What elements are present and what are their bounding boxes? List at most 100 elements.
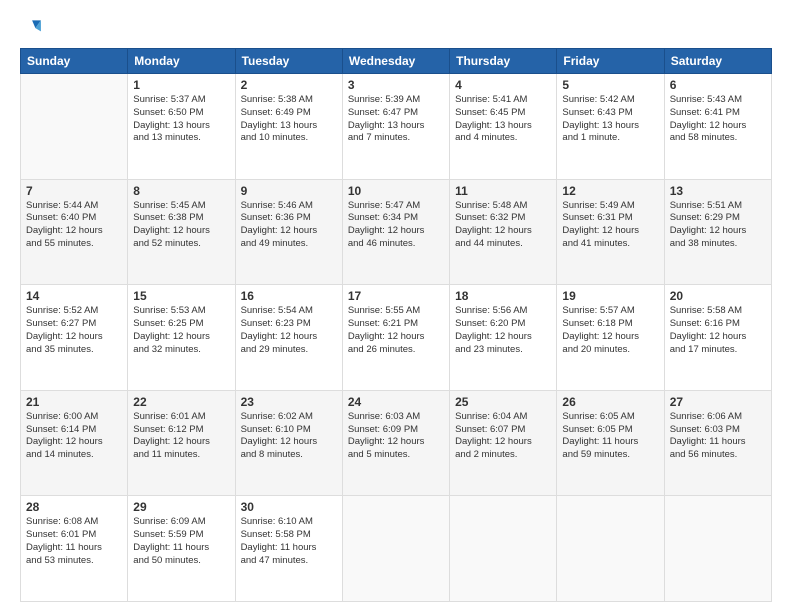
day-number: 4	[455, 78, 551, 92]
day-info: Sunrise: 6:03 AM Sunset: 6:09 PM Dayligh…	[348, 411, 444, 462]
calendar-cell: 20 Sunrise: 5:58 AM Sunset: 6:16 PM Dayli…	[664, 285, 771, 391]
calendar-cell	[21, 74, 128, 180]
week-row-1: 1 Sunrise: 5:37 AM Sunset: 6:50 PM Daylig…	[21, 74, 772, 180]
calendar-cell: 8Sunrise: 5:45 AM Sunset: 6:38 PM Daylig…	[128, 179, 235, 285]
day-number: 19	[562, 289, 658, 303]
calendar-cell: 10 Sunrise: 5:47 AM Sunset: 6:34 PM Dayli…	[342, 179, 449, 285]
day-info: Sunrise: 5:51 AM Sunset: 6:29 PM Dayligh…	[670, 200, 766, 251]
calendar-cell: 5Sunrise: 5:42 AM Sunset: 6:43 PM Daylig…	[557, 74, 664, 180]
calendar-cell: 26Sunrise: 6:05 AM Sunset: 6:05 PM Dayli…	[557, 390, 664, 496]
calendar-cell: 19 Sunrise: 5:57 AM Sunset: 6:18 PM Dayli…	[557, 285, 664, 391]
calendar-cell: 9Sunrise: 5:46 AM Sunset: 6:36 PM Daylig…	[235, 179, 342, 285]
calendar-cell: 21 Sunrise: 6:00 AM Sunset: 6:14 PM Dayli…	[21, 390, 128, 496]
day-info: Sunrise: 5:53 AM Sunset: 6:25 PM Dayligh…	[133, 305, 229, 356]
day-info: Sunrise: 6:04 AM Sunset: 6:07 PM Dayligh…	[455, 411, 551, 462]
weekday-header-thursday: Thursday	[450, 49, 557, 74]
day-number: 2	[241, 78, 337, 92]
day-number: 10	[348, 184, 444, 198]
day-info: Sunrise: 5:37 AM Sunset: 6:50 PM Dayligh…	[133, 94, 229, 145]
day-info: Sunrise: 5:47 AM Sunset: 6:34 PM Dayligh…	[348, 200, 444, 251]
logo	[20, 16, 44, 38]
day-number: 13	[670, 184, 766, 198]
day-info: Sunrise: 6:02 AM Sunset: 6:10 PM Dayligh…	[241, 411, 337, 462]
day-number: 12	[562, 184, 658, 198]
day-info: Sunrise: 5:52 AM Sunset: 6:27 PM Dayligh…	[26, 305, 122, 356]
day-number: 17	[348, 289, 444, 303]
calendar-cell: 2 Sunrise: 5:38 AM Sunset: 6:49 PM Daylig…	[235, 74, 342, 180]
day-info: Sunrise: 5:57 AM Sunset: 6:18 PM Dayligh…	[562, 305, 658, 356]
day-number: 30	[241, 500, 337, 514]
day-number: 22	[133, 395, 229, 409]
day-number: 20	[670, 289, 766, 303]
day-info: Sunrise: 5:39 AM Sunset: 6:47 PM Dayligh…	[348, 94, 444, 145]
calendar-cell: 18 Sunrise: 5:56 AM Sunset: 6:20 PM Dayli…	[450, 285, 557, 391]
day-info: Sunrise: 6:06 AM Sunset: 6:03 PM Dayligh…	[670, 411, 766, 462]
day-info: Sunrise: 5:58 AM Sunset: 6:16 PM Dayligh…	[670, 305, 766, 356]
day-number: 27	[670, 395, 766, 409]
day-number: 29	[133, 500, 229, 514]
calendar-cell: 25 Sunrise: 6:04 AM Sunset: 6:07 PM Dayli…	[450, 390, 557, 496]
day-info: Sunrise: 5:38 AM Sunset: 6:49 PM Dayligh…	[241, 94, 337, 145]
calendar-table: SundayMondayTuesdayWednesdayThursdayFrid…	[20, 48, 772, 602]
day-number: 21	[26, 395, 122, 409]
day-info: Sunrise: 5:44 AM Sunset: 6:40 PM Dayligh…	[26, 200, 122, 251]
calendar-cell: 29 Sunrise: 6:09 AM Sunset: 5:59 PM Dayli…	[128, 496, 235, 602]
day-number: 16	[241, 289, 337, 303]
day-info: Sunrise: 6:08 AM Sunset: 6:01 PM Dayligh…	[26, 516, 122, 567]
week-row-4: 21 Sunrise: 6:00 AM Sunset: 6:14 PM Dayli…	[21, 390, 772, 496]
day-number: 25	[455, 395, 551, 409]
day-number: 1	[133, 78, 229, 92]
day-number: 14	[26, 289, 122, 303]
day-info: Sunrise: 5:54 AM Sunset: 6:23 PM Dayligh…	[241, 305, 337, 356]
calendar-cell: 22 Sunrise: 6:01 AM Sunset: 6:12 PM Dayli…	[128, 390, 235, 496]
calendar-cell: 12 Sunrise: 5:49 AM Sunset: 6:31 PM Dayli…	[557, 179, 664, 285]
calendar-cell: 4 Sunrise: 5:41 AM Sunset: 6:45 PM Daylig…	[450, 74, 557, 180]
week-row-2: 7Sunrise: 5:44 AM Sunset: 6:40 PM Daylig…	[21, 179, 772, 285]
day-info: Sunrise: 6:09 AM Sunset: 5:59 PM Dayligh…	[133, 516, 229, 567]
day-info: Sunrise: 5:41 AM Sunset: 6:45 PM Dayligh…	[455, 94, 551, 145]
weekday-header-row: SundayMondayTuesdayWednesdayThursdayFrid…	[21, 49, 772, 74]
day-info: Sunrise: 5:43 AM Sunset: 6:41 PM Dayligh…	[670, 94, 766, 145]
day-info: Sunrise: 5:49 AM Sunset: 6:31 PM Dayligh…	[562, 200, 658, 251]
weekday-header-monday: Monday	[128, 49, 235, 74]
weekday-header-sunday: Sunday	[21, 49, 128, 74]
calendar-cell: 30 Sunrise: 6:10 AM Sunset: 5:58 PM Dayli…	[235, 496, 342, 602]
calendar-cell: 16 Sunrise: 5:54 AM Sunset: 6:23 PM Dayli…	[235, 285, 342, 391]
day-info: Sunrise: 5:46 AM Sunset: 6:36 PM Dayligh…	[241, 200, 337, 251]
day-number: 5	[562, 78, 658, 92]
week-row-5: 28 Sunrise: 6:08 AM Sunset: 6:01 PM Dayli…	[21, 496, 772, 602]
weekday-header-saturday: Saturday	[664, 49, 771, 74]
calendar-cell	[664, 496, 771, 602]
weekday-header-wednesday: Wednesday	[342, 49, 449, 74]
calendar-cell: 15 Sunrise: 5:53 AM Sunset: 6:25 PM Dayli…	[128, 285, 235, 391]
day-number: 24	[348, 395, 444, 409]
calendar-cell: 13 Sunrise: 5:51 AM Sunset: 6:29 PM Dayli…	[664, 179, 771, 285]
day-number: 8	[133, 184, 229, 198]
day-info: Sunrise: 5:56 AM Sunset: 6:20 PM Dayligh…	[455, 305, 551, 356]
calendar-cell: 11Sunrise: 5:48 AM Sunset: 6:32 PM Dayli…	[450, 179, 557, 285]
calendar-cell: 27 Sunrise: 6:06 AM Sunset: 6:03 PM Dayli…	[664, 390, 771, 496]
day-number: 18	[455, 289, 551, 303]
header	[20, 16, 772, 38]
calendar-cell: 23 Sunrise: 6:02 AM Sunset: 6:10 PM Dayli…	[235, 390, 342, 496]
calendar-cell: 14 Sunrise: 5:52 AM Sunset: 6:27 PM Dayli…	[21, 285, 128, 391]
day-number: 28	[26, 500, 122, 514]
calendar-cell: 6 Sunrise: 5:43 AM Sunset: 6:41 PM Daylig…	[664, 74, 771, 180]
calendar-cell	[450, 496, 557, 602]
calendar-cell: 1 Sunrise: 5:37 AM Sunset: 6:50 PM Daylig…	[128, 74, 235, 180]
calendar-cell: 3Sunrise: 5:39 AM Sunset: 6:47 PM Daylig…	[342, 74, 449, 180]
calendar-cell	[342, 496, 449, 602]
day-info: Sunrise: 6:01 AM Sunset: 6:12 PM Dayligh…	[133, 411, 229, 462]
day-number: 6	[670, 78, 766, 92]
day-number: 23	[241, 395, 337, 409]
weekday-header-tuesday: Tuesday	[235, 49, 342, 74]
page: SundayMondayTuesdayWednesdayThursdayFrid…	[0, 0, 792, 612]
day-number: 15	[133, 289, 229, 303]
logo-icon	[20, 16, 42, 38]
day-info: Sunrise: 5:48 AM Sunset: 6:32 PM Dayligh…	[455, 200, 551, 251]
day-info: Sunrise: 5:55 AM Sunset: 6:21 PM Dayligh…	[348, 305, 444, 356]
day-info: Sunrise: 6:00 AM Sunset: 6:14 PM Dayligh…	[26, 411, 122, 462]
day-info: Sunrise: 6:10 AM Sunset: 5:58 PM Dayligh…	[241, 516, 337, 567]
calendar-cell: 7Sunrise: 5:44 AM Sunset: 6:40 PM Daylig…	[21, 179, 128, 285]
calendar-cell: 17 Sunrise: 5:55 AM Sunset: 6:21 PM Dayli…	[342, 285, 449, 391]
